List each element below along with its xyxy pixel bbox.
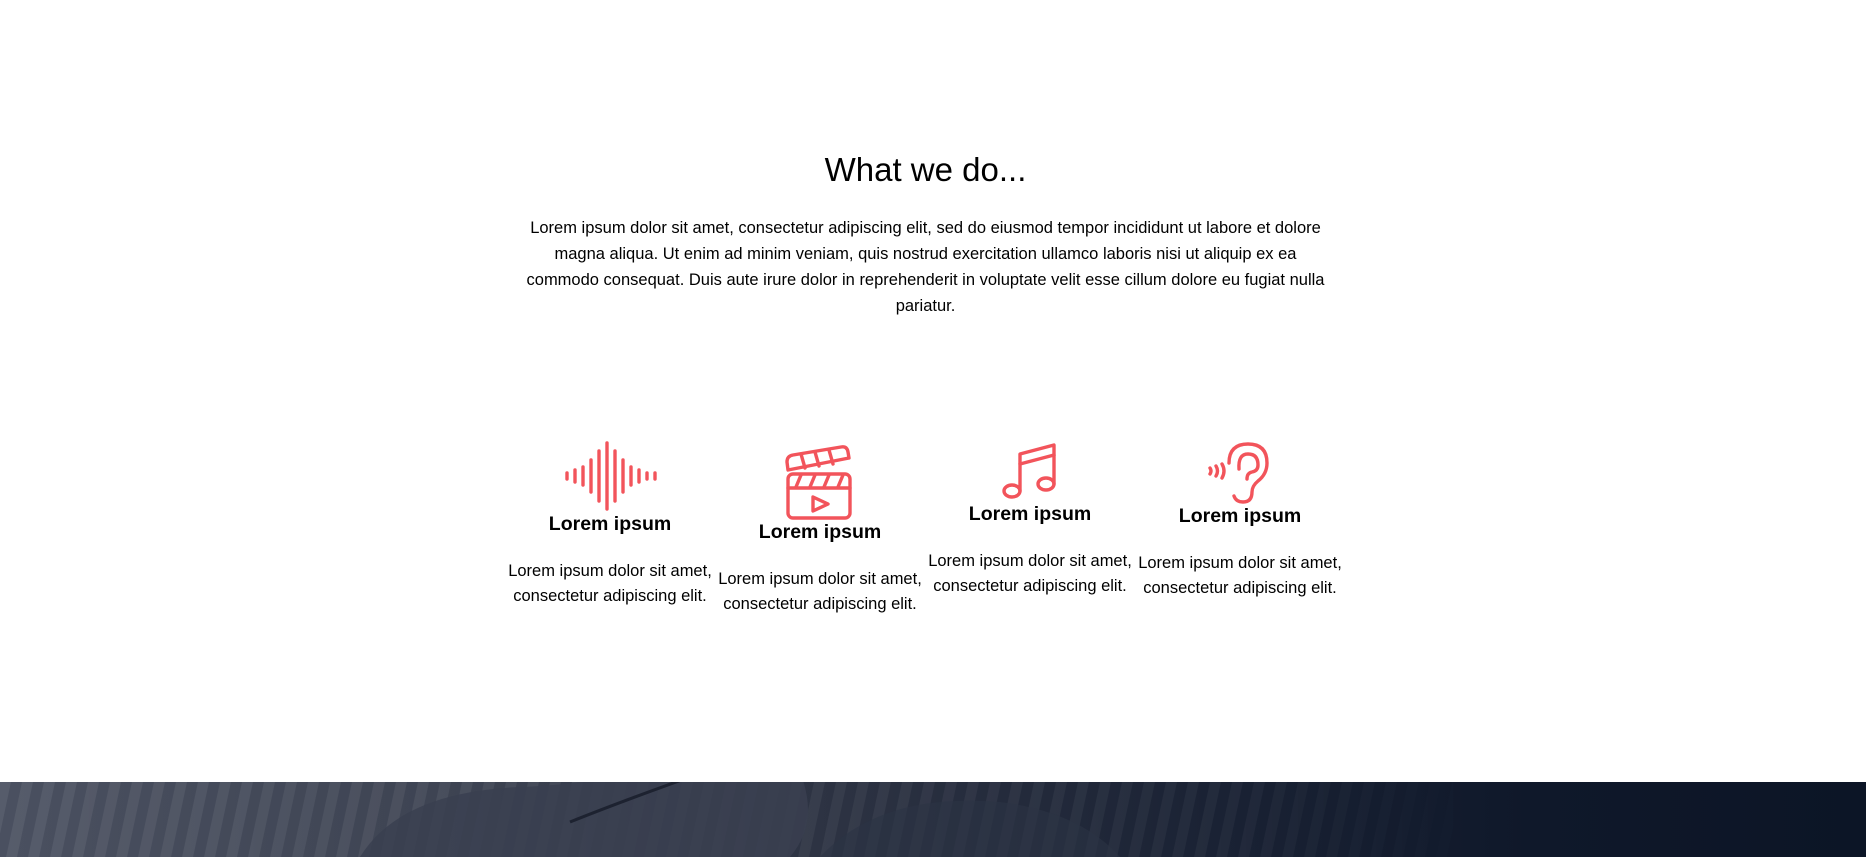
section-title: What we do... xyxy=(824,151,1027,188)
service-description: Lorem ipsum dolor sit amet, consectetur … xyxy=(508,562,712,605)
music-note-icon xyxy=(925,442,1135,502)
service-title: Lorem ipsum xyxy=(758,521,882,543)
section-intro: Lorem ipsum dolor sit amet, consectetur … xyxy=(526,219,1325,315)
ear-icon xyxy=(1135,441,1345,505)
service-description: Lorem ipsum dolor sit amet, consectetur … xyxy=(718,570,922,613)
service-title: Lorem ipsum xyxy=(548,513,672,535)
service-title: Lorem ipsum xyxy=(1178,505,1302,527)
service-item-3: Lorem ipsum Lorem ipsum dolor sit amet, … xyxy=(925,442,1135,599)
background-photo-texture xyxy=(0,782,1866,857)
service-item-4: Lorem ipsum Lorem ipsum dolor sit amet, … xyxy=(1135,441,1345,601)
service-item-2: Lorem ipsum Lorem ipsum dolor sit amet, … xyxy=(715,442,925,617)
service-description: Lorem ipsum dolor sit amet, consectetur … xyxy=(1138,554,1342,597)
what-we-do-section: What we do... Lorem ipsum dolor sit amet… xyxy=(0,0,1866,782)
service-description: Lorem ipsum dolor sit amet, consectetur … xyxy=(928,552,1132,595)
sound-wave-icon xyxy=(505,440,715,512)
service-item-1: Lorem ipsum Lorem ipsum dolor sit amet, … xyxy=(505,440,715,609)
footer-background-image xyxy=(0,782,1866,857)
clapperboard-icon xyxy=(715,442,925,522)
service-title: Lorem ipsum xyxy=(968,503,1092,525)
